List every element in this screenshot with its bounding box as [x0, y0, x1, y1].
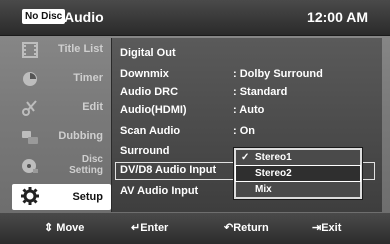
- setting-value: : Dolby Surround: [233, 68, 323, 80]
- return-icon: ↶: [224, 222, 234, 234]
- sidebar-item-label: Dubbing: [58, 130, 103, 142]
- setting-row-scan-audio[interactable]: Scan Audio : On: [112, 123, 382, 140]
- sidebar: Title List Timer Edit Dubbing Disc Setti…: [12, 38, 111, 211]
- dropdown-option-stereo2[interactable]: Stereo2: [235, 165, 361, 182]
- setting-row-digital-out[interactable]: Digital Out: [112, 45, 382, 62]
- footer-return: ↶Return: [224, 222, 269, 234]
- setting-name: Downmix: [120, 68, 169, 80]
- setting-row-audio-hdmi[interactable]: Audio(HDMI) : Auto: [112, 102, 382, 119]
- scissors-icon: [22, 100, 37, 116]
- setting-name: DV/D8 Audio Input: [120, 164, 217, 176]
- sidebar-item-title-list[interactable]: Title List: [12, 38, 111, 62]
- sidebar-item-edit[interactable]: Edit: [12, 96, 111, 120]
- dubbing-icon: [22, 131, 38, 144]
- dropdown-option-mix[interactable]: Mix: [236, 182, 360, 197]
- enter-icon: ↵: [131, 222, 141, 234]
- sidebar-item-label: Disc Setting: [69, 154, 103, 176]
- sidebar-item-label: Title List: [57, 43, 103, 55]
- clock: 12:00 AM: [307, 9, 368, 25]
- exit-icon: ⇥: [312, 222, 322, 234]
- setting-name: AV Audio Input: [120, 185, 199, 197]
- dropdown-option-stereo1[interactable]: ✓ Stereo1: [236, 150, 360, 165]
- up-down-arrows-icon: ⇕: [44, 222, 54, 234]
- check-icon: ✓: [241, 152, 250, 163]
- sidebar-item-dubbing[interactable]: Dubbing: [12, 125, 111, 149]
- sidebar-item-timer[interactable]: Timer: [12, 67, 111, 91]
- setting-name: Digital Out: [120, 47, 176, 59]
- audio-input-dropdown: ✓ Stereo1 Stereo2 Mix: [233, 147, 363, 200]
- setting-name: Audio DRC: [120, 86, 179, 98]
- page-title: Audio: [64, 9, 104, 25]
- header-bar: No Disc Audio 12:00 AM: [0, 0, 390, 36]
- film-icon: [22, 42, 38, 58]
- sidebar-item-setup[interactable]: Setup: [12, 184, 111, 210]
- sidebar-item-disc-setting[interactable]: Disc Setting: [12, 154, 111, 178]
- setting-value: : Standard: [233, 86, 288, 98]
- timer-icon: [23, 72, 37, 86]
- sidebar-item-label: Setup: [72, 191, 103, 203]
- disc-icon: [22, 159, 38, 173]
- gear-icon: [21, 187, 39, 205]
- audio-setup-screen: No Disc Audio 12:00 AM Title List Timer: [0, 0, 390, 244]
- setting-row-downmix[interactable]: Downmix : Dolby Surround: [112, 66, 382, 83]
- disc-status-badge: No Disc: [22, 9, 66, 24]
- footer-bar: ⇕ Move ↵Enter ↶Return ⇥Exit: [0, 213, 390, 244]
- setting-name: Audio(HDMI): [120, 104, 187, 116]
- footer-enter: ↵Enter: [131, 222, 169, 234]
- sidebar-item-label: Timer: [73, 72, 103, 84]
- footer-move: ⇕ Move: [44, 222, 85, 234]
- setting-name: Scan Audio: [120, 125, 181, 137]
- footer-exit: ⇥Exit: [312, 222, 342, 234]
- setting-value: : Auto: [233, 104, 265, 116]
- sidebar-item-label: Edit: [82, 101, 103, 113]
- setting-row-audio-drc[interactable]: Audio DRC : Standard: [112, 84, 382, 101]
- setting-name: Surround: [120, 145, 170, 157]
- setting-value: : On: [233, 125, 255, 137]
